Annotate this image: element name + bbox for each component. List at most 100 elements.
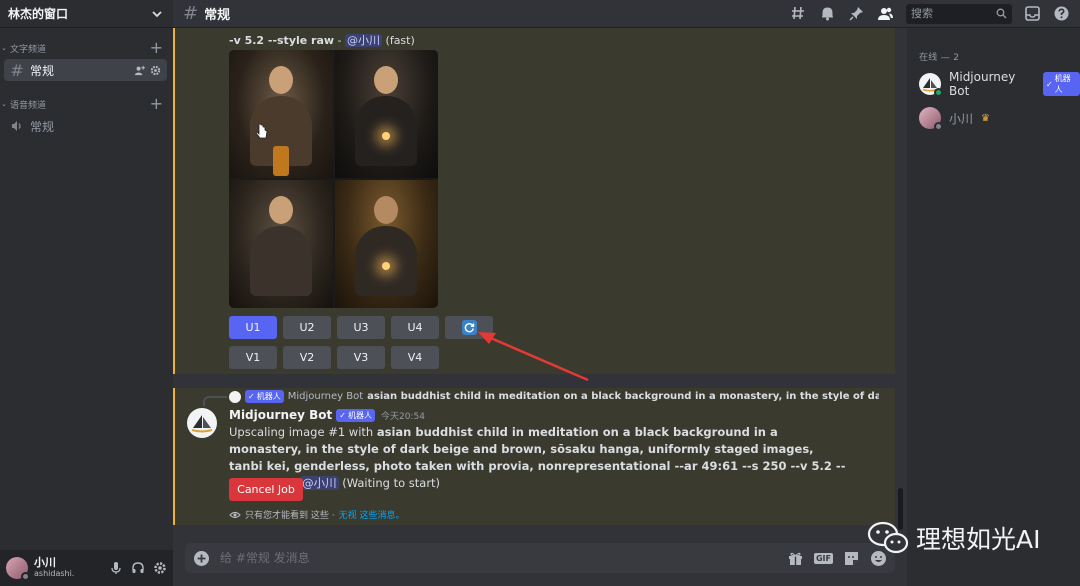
member-list-icon[interactable]	[877, 5, 894, 22]
online-heading: 在线 — 2	[919, 53, 960, 63]
cancel-job-button[interactable]: Cancel Job	[229, 478, 303, 501]
avatar	[919, 107, 943, 131]
reply-reference[interactable]: ✓ 机器人 Midjourney Bot asian buddhist child…	[229, 390, 879, 403]
speaker-icon	[12, 121, 21, 131]
channel-title: 常规	[204, 8, 231, 23]
add-channel-icon[interactable]: +	[150, 96, 163, 112]
gear-icon[interactable]	[150, 65, 161, 76]
bot-badge: ✓ 机器人	[245, 390, 284, 403]
member-name: Midjourney Bot	[949, 70, 1016, 98]
status-indicator	[21, 572, 30, 581]
server-header[interactable]: 林杰的窗口	[0, 0, 173, 28]
upscale-button-4[interactable]: U4	[391, 316, 439, 339]
channel-label: 常规	[30, 63, 55, 78]
category-label: 文字频道	[10, 44, 47, 55]
variation-button-1[interactable]: V1	[229, 346, 277, 369]
upscale-button-1[interactable]: U1	[229, 316, 277, 339]
crown-icon: ♛	[981, 112, 990, 124]
dismiss-message-link[interactable]: 无视 这些消息。	[339, 508, 405, 521]
reply-connector	[203, 396, 227, 406]
username: 小川	[34, 556, 56, 569]
gift-icon[interactable]	[787, 550, 804, 567]
server-name: 林杰的窗口	[8, 7, 69, 21]
job-status: (Waiting to start)	[338, 476, 441, 490]
author-name[interactable]: Midjourney Bot	[229, 408, 332, 422]
category-text-channels[interactable]: ⌄ 文字频道 +	[0, 40, 173, 56]
watermark-text: 理想如光AI	[916, 525, 1041, 554]
message-composer: GIF	[185, 543, 895, 573]
search-input[interactable]	[911, 7, 991, 20]
bot-badge: ✓ 机器人	[336, 408, 375, 422]
channel-sidebar: 林杰的窗口 ⌄ 文字频道 + # 常规 ⌄ 语音频道 + 常规 小川 ashid…	[0, 0, 173, 586]
invite-icon[interactable]	[134, 65, 145, 76]
variation-button-2[interactable]: V2	[283, 346, 331, 369]
sticker-icon[interactable]	[843, 550, 860, 567]
member-item-user[interactable]: 小川 ♛	[919, 105, 1080, 131]
member-item-bot[interactable]: Midjourney Bot ✓ 机器人	[919, 70, 1080, 98]
avatar	[919, 73, 943, 97]
category-voice-channels[interactable]: ⌄ 语音频道 +	[0, 96, 173, 112]
category-label: 语音频道	[10, 100, 47, 111]
sidebar-item-text-general[interactable]: # 常规	[4, 59, 167, 81]
wechat-icon	[867, 521, 909, 554]
user-mention[interactable]: @小川	[300, 476, 339, 490]
variation-button-3[interactable]: V3	[337, 346, 385, 369]
channel-label: 常规	[30, 119, 55, 134]
user-tag: ashidashi.	[34, 569, 75, 578]
microphone-icon[interactable]	[109, 561, 123, 575]
pin-icon[interactable]	[848, 5, 865, 22]
online-indicator	[934, 88, 943, 97]
message-grid-result: -v 5.2 --style raw - @小川 (fast) U1 U2 U3…	[173, 28, 895, 374]
threads-icon[interactable]	[790, 5, 807, 22]
variation-button-row: V1 V2 V3 V4	[229, 346, 439, 369]
gear-icon[interactable]	[153, 561, 167, 575]
chevron-down-icon: ⌄	[1, 44, 7, 52]
prompt-tail-line: -v 5.2 --style raw - @小川 (fast)	[229, 32, 415, 48]
watermark: 理想如光AI	[866, 520, 1040, 556]
chevron-down-icon[interactable]	[149, 6, 165, 22]
grid-image-4[interactable]	[334, 180, 438, 308]
bell-icon[interactable]	[819, 5, 836, 22]
message-input[interactable]	[220, 551, 777, 565]
grid-image-1[interactable]	[229, 50, 333, 178]
search-box[interactable]	[906, 3, 1012, 24]
upscale-button-2[interactable]: U2	[283, 316, 331, 339]
search-icon	[996, 8, 1007, 19]
refresh-icon	[461, 320, 477, 335]
image-grid[interactable]	[229, 50, 438, 308]
cursor-icon	[255, 123, 268, 139]
bot-badge: ✓ 机器人	[1042, 72, 1080, 96]
member-name: 小川	[949, 111, 974, 126]
hash-icon: #	[10, 60, 24, 80]
grid-image-2[interactable]	[334, 50, 438, 178]
headphones-icon[interactable]	[131, 561, 145, 575]
add-channel-icon[interactable]: +	[150, 40, 163, 56]
user-panel: 小川 ashidashi.	[0, 550, 173, 586]
inbox-icon[interactable]	[1024, 5, 1041, 22]
message-upscaling: ✓ 机器人 Midjourney Bot asian buddhist child…	[173, 388, 895, 525]
bot-avatar[interactable]	[187, 408, 217, 438]
message-author-line: Midjourney Bot ✓ 机器人 今天20:54	[229, 408, 425, 422]
separator: -	[334, 34, 346, 47]
bot-avatar-small	[229, 390, 241, 403]
grid-image-3[interactable]	[229, 180, 333, 308]
timestamp: 今天20:54	[380, 411, 425, 422]
chevron-down-icon: ⌄	[1, 100, 7, 108]
avatar[interactable]	[6, 557, 30, 581]
user-mention[interactable]: @小川	[345, 34, 383, 47]
gif-icon[interactable]: GIF	[813, 552, 833, 564]
message-body: Upscaling image #1 with asian buddhist c…	[229, 425, 846, 490]
eye-icon	[229, 511, 241, 518]
reply-text: asian buddhist child in meditation on a …	[367, 391, 879, 402]
sidebar-item-voice-general[interactable]: 常规	[4, 115, 167, 137]
speed-label: (fast)	[385, 34, 415, 47]
channel-header: # 常规	[173, 0, 1080, 28]
upscale-button-3[interactable]: U3	[337, 316, 385, 339]
help-icon[interactable]	[1053, 5, 1070, 22]
hash-icon: #	[183, 3, 199, 24]
message-list: -v 5.2 --style raw - @小川 (fast) U1 U2 U3…	[173, 28, 907, 540]
ephemeral-notice: 只有您才能看到 这些 · 无视 这些消息。	[229, 508, 404, 521]
variation-button-4[interactable]: V4	[391, 346, 439, 369]
add-attachment-icon[interactable]	[193, 550, 210, 567]
prompt-tail: -v 5.2 --style raw	[229, 34, 335, 47]
